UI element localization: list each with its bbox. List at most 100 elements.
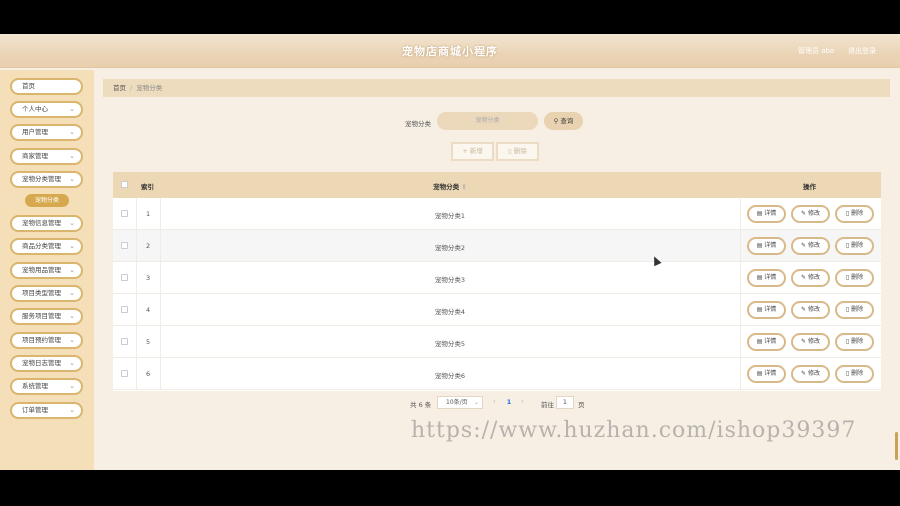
search-input[interactable]: 宠物分类	[437, 112, 538, 130]
current-page[interactable]: 1	[503, 396, 515, 409]
detail-button[interactable]: ▤ 详情	[747, 205, 786, 223]
plus-icon: +	[462, 147, 468, 155]
add-button[interactable]: + 新增	[451, 142, 494, 161]
sidebar-item-label: 宠物日志管理	[22, 359, 61, 367]
sidebar-item-pet-info[interactable]: 宠物信息管理 ⌄	[10, 215, 83, 232]
sidebar-item-pet-log[interactable]: 宠物日志管理 ⌄	[10, 355, 83, 372]
row-index: 3	[146, 274, 151, 282]
header-pet-category[interactable]: 宠物分类 ⇕	[160, 181, 740, 191]
next-page-button[interactable]: ›	[521, 397, 524, 405]
app-title: 宠物店商城小程序	[402, 45, 498, 58]
sidebar-item-project-type[interactable]: 项目类型管理 ⌄	[10, 285, 83, 302]
row-checkbox[interactable]	[121, 370, 128, 377]
trash-icon: ▯	[845, 306, 850, 313]
sidebar-item-home[interactable]: 首页	[10, 78, 83, 95]
chevron-down-icon: ⌄	[69, 336, 75, 344]
row-name: 宠物分类1	[434, 212, 466, 220]
trash-icon: ▯	[845, 274, 850, 281]
row-name: 宠物分类4	[434, 308, 466, 316]
detail-button[interactable]: ▤ 详情	[747, 365, 786, 383]
row-name: 宠物分类5	[434, 340, 466, 348]
search-button[interactable]: ⚲ 查询	[544, 112, 583, 130]
document-icon: ▤	[756, 338, 763, 345]
delete-button[interactable]: ▯ 删除	[835, 269, 874, 287]
sidebar-item-merchants[interactable]: 商家管理 ⌄	[10, 148, 83, 165]
detail-label: 详情	[764, 306, 777, 313]
chevron-down-icon: ⌄	[69, 266, 75, 274]
detail-button[interactable]: ▤ 详情	[747, 269, 786, 287]
app-window: 宠物店商城小程序 管理员 abo 退出登录 首页 个人中心 ⌄ 用户管理 ⌄ 商家管…	[0, 34, 900, 470]
batch-delete-button[interactable]: ▯ 删除	[496, 142, 539, 161]
sidebar-item-profile[interactable]: 个人中心 ⌄	[10, 101, 83, 118]
row-checkbox[interactable]	[121, 242, 128, 249]
edit-button[interactable]: ✎ 修改	[791, 237, 830, 255]
sidebar-item-label: 商家管理	[22, 152, 48, 160]
delete-button[interactable]: ▯ 删除	[835, 301, 874, 319]
document-icon: ▤	[756, 370, 763, 377]
logout-link[interactable]: 退出登录	[848, 46, 876, 56]
row-checkbox[interactable]	[121, 210, 128, 217]
screen-top-border	[0, 0, 900, 34]
select-all-checkbox[interactable]	[121, 181, 128, 188]
edit-button[interactable]: ✎ 修改	[791, 301, 830, 319]
trash-icon: ▯	[845, 210, 850, 217]
column-divider	[740, 198, 741, 229]
goto-label: 前往	[541, 401, 554, 409]
breadcrumb-separator: /	[130, 84, 133, 92]
edit-button[interactable]: ✎ 修改	[791, 365, 830, 383]
detail-label: 详情	[764, 274, 777, 281]
edit-label: 修改	[807, 306, 820, 313]
sidebar-item-label: 项目预约管理	[22, 336, 61, 344]
delete-button[interactable]: ▯ 删除	[835, 237, 874, 255]
delete-button[interactable]: ▯ 删除	[835, 365, 874, 383]
delete-label: 删除	[851, 274, 864, 281]
detail-button[interactable]: ▤ 详情	[747, 237, 786, 255]
row-checkbox[interactable]	[121, 338, 128, 345]
column-divider	[740, 230, 741, 261]
row-checkbox[interactable]	[121, 306, 128, 313]
row-checkbox[interactable]	[121, 274, 128, 281]
sidebar-item-service[interactable]: 服务项目管理 ⌄	[10, 308, 83, 325]
delete-button[interactable]: ▯ 删除	[835, 205, 874, 223]
chevron-down-icon: ⌄	[69, 289, 75, 297]
sort-icon: ⇕	[461, 183, 467, 191]
delete-label: 删除	[851, 370, 864, 377]
sidebar-item-orders[interactable]: 订单管理 ⌄	[10, 402, 83, 419]
trash-icon: ▯	[845, 338, 850, 345]
detail-label: 详情	[764, 338, 777, 345]
breadcrumb-current: 宠物分类	[136, 84, 163, 92]
page-size-select[interactable]: 10条/页 ⌄	[437, 396, 483, 409]
chevron-down-icon: ⌄	[69, 219, 75, 227]
goto-page-input[interactable]: 1	[556, 396, 574, 409]
column-divider	[136, 262, 137, 293]
scrollbar-thumb[interactable]	[895, 432, 898, 460]
sidebar-item-booking[interactable]: 项目预约管理 ⌄	[10, 332, 83, 349]
sidebar-item-pet-category[interactable]: 宠物分类管理 ⌄	[10, 171, 83, 188]
column-divider	[136, 326, 137, 357]
sidebar-item-label: 用户管理	[22, 128, 48, 136]
sidebar-item-product-category[interactable]: 商品分类管理 ⌄	[10, 238, 83, 255]
edit-button[interactable]: ✎ 修改	[791, 333, 830, 351]
pencil-icon: ✎	[801, 338, 807, 345]
prev-page-button[interactable]: ‹	[493, 397, 496, 405]
breadcrumb-home[interactable]: 首页	[113, 84, 126, 92]
table-row: 3 宠物分类3 ▤ 详情 ✎ 修改 ▯ 删除	[113, 262, 881, 294]
pager-total: 共 6 条	[410, 401, 432, 409]
edit-button[interactable]: ✎ 修改	[791, 269, 830, 287]
detail-button[interactable]: ▤ 详情	[747, 333, 786, 351]
row-index: 5	[146, 338, 151, 346]
table-row: 4 宠物分类4 ▤ 详情 ✎ 修改 ▯ 删除	[113, 294, 881, 326]
edit-button[interactable]: ✎ 修改	[791, 205, 830, 223]
detail-label: 详情	[764, 370, 777, 377]
sidebar-item-label: 系统管理	[22, 382, 48, 390]
detail-button[interactable]: ▤ 详情	[747, 301, 786, 319]
sidebar-item-users[interactable]: 用户管理 ⌄	[10, 124, 83, 141]
row-index: 4	[146, 306, 151, 314]
sidebar-subitem-pet-category[interactable]: 宠物分类	[25, 194, 69, 207]
chevron-down-icon: ⌄	[69, 105, 75, 113]
delete-button[interactable]: ▯ 删除	[835, 333, 874, 351]
page-size-value: 10条/页	[446, 399, 468, 406]
chevron-down-icon: ⌄	[69, 312, 75, 320]
sidebar-item-pet-supplies[interactable]: 宠物用品管理 ⌄	[10, 262, 83, 279]
sidebar-item-system[interactable]: 系统管理 ⌄	[10, 378, 83, 395]
